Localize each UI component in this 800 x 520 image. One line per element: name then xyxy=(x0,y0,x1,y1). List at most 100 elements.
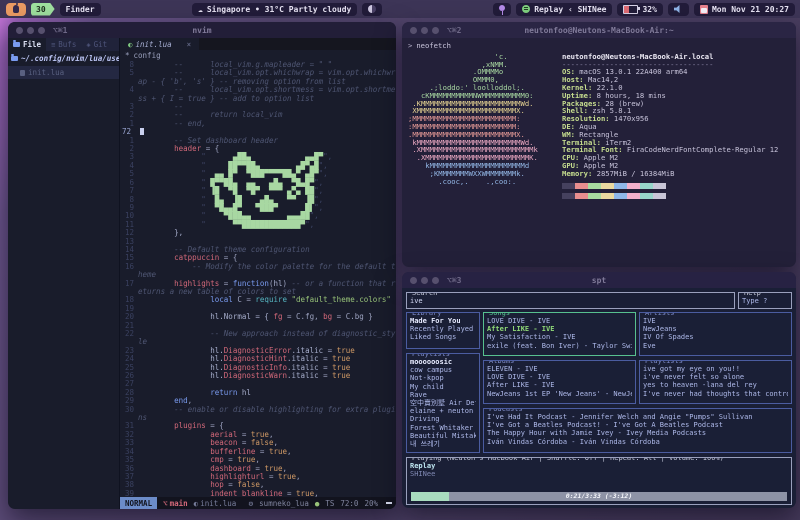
close-button[interactable] xyxy=(410,27,417,34)
list-item[interactable]: Iván Vindas Córdoba - Iván Vindas Córdob… xyxy=(487,438,788,446)
list-item[interactable]: LOVE DIVE - IVE xyxy=(487,373,632,381)
traffic-lights xyxy=(410,277,439,284)
search-input[interactable]: ive xyxy=(410,297,731,305)
lsp-name: sumneko_lua xyxy=(259,499,309,508)
list-item[interactable]: LOVE DIVE - IVE xyxy=(487,317,632,325)
list-item[interactable]: Made For You xyxy=(410,317,476,325)
list-item[interactable]: ELEVEN - IVE xyxy=(487,365,632,373)
buffer-tab[interactable]: ◐ init.lua × xyxy=(120,38,199,50)
bufferline: ◐ init.lua × xyxy=(120,38,396,50)
zoom-button[interactable] xyxy=(432,27,439,34)
buffer-close-icon[interactable]: × xyxy=(187,40,192,49)
list-item[interactable]: exile (feat. Bon Iver) - Taylor Swift, xyxy=(487,342,632,350)
list-item[interactable]: Driving xyxy=(410,415,476,423)
tree-root-folder[interactable]: ~/.config/nvim/lua/user xyxy=(8,51,119,66)
tree-file-item[interactable]: init.lua xyxy=(8,66,119,79)
pin-widget[interactable] xyxy=(493,3,511,16)
neofetch-separator: ----------------------------------- xyxy=(562,61,778,69)
editor-pane: ◐ init.lua × * config 8 -- local_vim.g.m… xyxy=(120,38,396,509)
palette-swatch xyxy=(601,183,614,189)
close-button[interactable] xyxy=(16,27,23,34)
list-item[interactable]: Beautiful Mistakes xyxy=(410,432,476,440)
tree-tab-git[interactable]: ◈Git xyxy=(81,38,112,51)
list-item[interactable]: IV Of Spades xyxy=(643,333,788,341)
palette-swatch xyxy=(614,193,627,199)
calendar-icon xyxy=(700,5,708,14)
apple-menu[interactable] xyxy=(6,3,26,16)
statusline-file: ◐init.lua xyxy=(194,499,237,508)
weather-widget[interactable]: ☁ Singapore • 31°C Partly cloudy xyxy=(192,3,357,16)
close-button[interactable] xyxy=(410,277,417,284)
terminal-content[interactable]: > neofetch 'c. ,xNMM. .OMMMMo OMMM0, .;l… xyxy=(402,38,796,208)
battery-widget[interactable]: 32% xyxy=(617,3,662,16)
playing-track: Replay xyxy=(410,462,788,470)
list-item[interactable]: ive got my eye on you!! xyxy=(643,365,788,373)
list-item[interactable]: cow campus xyxy=(410,366,476,374)
panel-albums: Albums ELEVEN - IVELOVE DIVE - IVEAfter … xyxy=(483,360,636,404)
podcasts-title: Podcasts xyxy=(487,408,525,413)
minimize-button[interactable] xyxy=(421,27,428,34)
space-indicator[interactable]: 30 xyxy=(31,3,55,16)
treesitter-dot-icon: ● xyxy=(315,499,320,508)
list-item[interactable]: Liked Songs xyxy=(410,333,476,341)
search-panel[interactable]: Search ive xyxy=(406,292,735,309)
terminal-titlebar[interactable]: ⌥⌘2 neutonfoo@Neutons-MacBook-Air:~ xyxy=(402,22,796,38)
editor-line: 26 hl.DiagnosticWarn.italic = true xyxy=(120,372,396,380)
zoom-button[interactable] xyxy=(432,277,439,284)
branch-label: main xyxy=(170,499,188,508)
list-item[interactable]: moooooosic xyxy=(410,358,476,366)
list-item[interactable]: After LIKE - IVE xyxy=(487,325,632,333)
lua-file-icon: ◐ xyxy=(128,40,133,49)
list-item[interactable]: Rave xyxy=(410,391,476,399)
list-item[interactable]: I've Got a Beatles Podcast! - I've Got A… xyxy=(487,421,788,429)
list-item[interactable]: 空中賣別墅 Air Def xyxy=(410,399,476,407)
list-item[interactable]: NewJeans xyxy=(643,325,788,333)
list-item[interactable]: My child xyxy=(410,383,476,391)
minimize-button[interactable] xyxy=(27,27,34,34)
list-item[interactable]: The Happy Hour with Jamie Ivey - Ivey Me… xyxy=(487,429,788,437)
list-item[interactable]: Recently Played xyxy=(410,325,476,333)
nvim-titlebar[interactable]: ⌥⌘1 nvim xyxy=(8,22,396,38)
editor-line: 39 indent_blankline = true, xyxy=(120,490,396,497)
battery-icon xyxy=(623,5,638,14)
list-item[interactable]: IVE xyxy=(643,317,788,325)
list-item[interactable]: Forest Whitaker Ra xyxy=(410,424,476,432)
clock-widget[interactable]: Mon Nov 21 20:27 xyxy=(694,3,795,16)
spt-row-songs: Songs LOVE DIVE - IVEAfter LIKE - IVEMy … xyxy=(483,312,792,356)
editor-cursor xyxy=(140,128,144,135)
statusline-right: ⚙ sumneko_lua ● TS 72:0 20% xyxy=(249,499,396,508)
terminal-window: ⌥⌘2 neutonfoo@Neutons-MacBook-Air:~ > ne… xyxy=(402,22,796,267)
spt-titlebar[interactable]: ⌥⌘3 spt xyxy=(402,272,796,288)
list-item[interactable]: NewJeans 1st EP 'New Jeans' - NewJeans xyxy=(487,390,632,398)
progress-bar[interactable]: 0:21/3:33 (-3:12) xyxy=(411,492,787,501)
list-item[interactable]: My Satisfaction - IVE xyxy=(487,333,632,341)
spt-top-row: Search ive Help Type ? xyxy=(406,292,792,309)
list-item[interactable]: I've never had thoughts that control me xyxy=(643,390,788,398)
list-item[interactable]: I've Had It Podcast - Jennifer Welch and… xyxy=(487,413,788,421)
now-playing-widget[interactable]: Replay ‹ SHINee xyxy=(516,3,612,16)
list-item[interactable]: 내 쓰레기 xyxy=(410,440,476,448)
editor-line: 20 hl.Normal = { fg = C.fg, bg = C.bg } xyxy=(120,313,396,321)
editor-lines[interactable]: 8 -- local_vim.g.mapleader = " "5 -- loc… xyxy=(120,60,396,497)
statusline: NORMAL ⌥main ◐init.lua ⚙ sumneko_lua ● T… xyxy=(120,497,396,509)
zoom-button[interactable] xyxy=(38,27,45,34)
list-item[interactable]: elaine + neuton xyxy=(410,407,476,415)
clock-label: Mon Nov 21 20:27 xyxy=(712,5,789,14)
palette-swatch xyxy=(575,183,588,189)
minimize-button[interactable] xyxy=(421,277,428,284)
list-item[interactable]: i've never felt so alone xyxy=(643,373,788,381)
traffic-lights xyxy=(410,27,439,34)
tree-tab-bufs[interactable]: ≡Bufs xyxy=(46,38,81,51)
list-item[interactable]: Not-kpop xyxy=(410,374,476,382)
editor-line: 4 -- local_vim.opt.shortmess = vim.opt.s… xyxy=(120,86,396,103)
neofetch-info: OS: macOS 13.0.1 22A400 arm64Host: Mac14… xyxy=(562,68,778,177)
dnd-toggle[interactable] xyxy=(362,3,382,16)
active-app-menu[interactable]: Finder xyxy=(60,3,101,16)
list-item[interactable]: Eve xyxy=(643,342,788,350)
list-item[interactable]: yes to heaven -lana del rey xyxy=(643,381,788,389)
cursor-position: 72:0 xyxy=(340,499,358,508)
volume-widget[interactable] xyxy=(668,3,689,16)
list-item[interactable]: After LIKE - IVE xyxy=(487,381,632,389)
tree-tab-file[interactable]: File xyxy=(8,38,46,51)
neofetch-info-block: neutonfoo@Neutons-MacBook-Air.local ----… xyxy=(562,53,778,204)
